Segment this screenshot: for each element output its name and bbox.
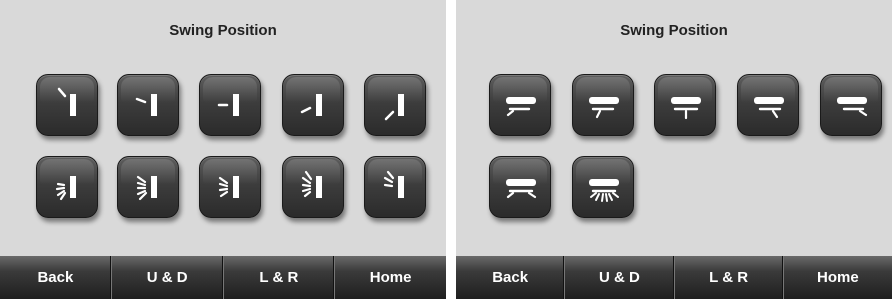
swing-position-1-button[interactable] — [36, 74, 98, 136]
ud-pos-5-icon — [837, 97, 868, 117]
swing-sweep-4-button[interactable] — [282, 156, 344, 218]
swing-sweep-5-button[interactable] — [364, 156, 426, 218]
bottom-nav-bar: Back U & D L & R Home — [0, 256, 446, 299]
ud-position-4-button[interactable] — [737, 74, 799, 136]
ud-sweep-1-button[interactable] — [489, 156, 551, 218]
ud-position-2-button[interactable] — [572, 74, 634, 136]
home-button[interactable]: Home — [335, 256, 446, 299]
left-swing-panel: Swing Position Back U & D L & R Home — [0, 0, 446, 299]
left-right-button[interactable]: L & R — [224, 256, 336, 299]
swing-position-5-button[interactable] — [364, 74, 426, 136]
ud-position-1-button[interactable] — [489, 74, 551, 136]
swing-position-3-button[interactable] — [199, 74, 261, 136]
ud-pos-3-icon — [671, 97, 701, 120]
ud-pos-1-icon — [506, 97, 536, 117]
swing-position-2-button[interactable] — [117, 74, 179, 136]
left-right-button[interactable]: L & R — [675, 256, 784, 299]
panel-title: Swing Position — [169, 22, 277, 39]
swing-pos-2-icon — [135, 94, 157, 116]
swing-sweep-5-icon — [383, 170, 404, 198]
right-swing-panel: Swing Position Back U & D L & R Home — [456, 0, 892, 299]
ud-sweep-1-icon — [506, 179, 537, 199]
back-button[interactable]: Back — [0, 256, 112, 299]
swing-sweep-1-icon — [55, 176, 76, 201]
swing-sweep-3-button[interactable] — [199, 156, 261, 218]
swing-sweep-2-icon — [136, 175, 157, 201]
ud-sweep-2-button[interactable] — [572, 156, 634, 218]
swing-position-4-button[interactable] — [282, 74, 344, 136]
swing-sweep-2-button[interactable] — [117, 156, 179, 218]
swing-pos-4-icon — [300, 94, 322, 116]
bottom-nav-bar: Back U & D L & R Home — [456, 256, 892, 299]
swing-sweep-1-button[interactable] — [36, 156, 98, 218]
ud-pos-4-icon — [754, 97, 784, 119]
ud-position-5-button[interactable] — [820, 74, 882, 136]
ud-pos-2-icon — [589, 97, 619, 119]
back-button[interactable]: Back — [456, 256, 566, 299]
swing-sweep-4-icon — [301, 170, 322, 198]
up-down-button[interactable]: U & D — [565, 256, 675, 299]
home-button[interactable]: Home — [784, 256, 892, 299]
panel-title: Swing Position — [620, 22, 728, 39]
swing-pos-5-icon — [384, 94, 404, 121]
up-down-button[interactable]: U & D — [112, 256, 224, 299]
ud-position-3-button[interactable] — [654, 74, 716, 136]
swing-pos-1-icon — [57, 87, 76, 116]
swing-pos-3-icon — [217, 94, 239, 116]
swing-sweep-3-icon — [218, 176, 239, 198]
ud-sweep-2-icon — [589, 179, 619, 202]
